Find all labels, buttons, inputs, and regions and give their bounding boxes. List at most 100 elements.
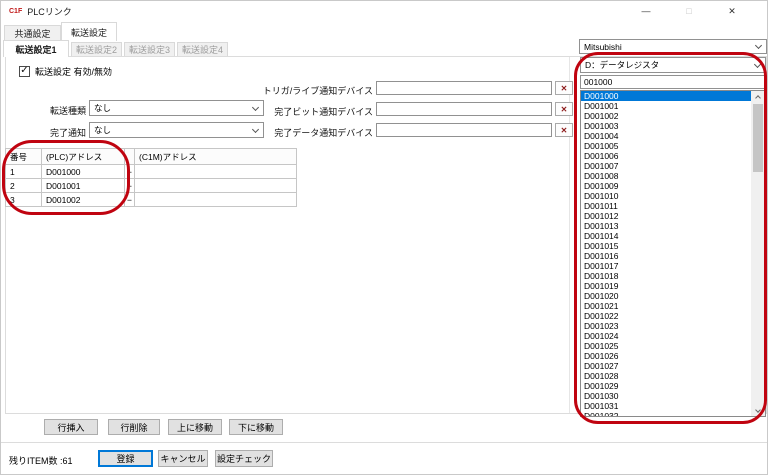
chevron-down-icon [754,60,761,67]
list-item[interactable]: D001010 [581,191,752,201]
list-item[interactable]: D001031 [581,401,752,411]
transfer-enable-checkbox[interactable]: ✓ [19,66,30,77]
list-item[interactable]: D001021 [581,301,752,311]
register-button[interactable]: 登録 [98,450,153,467]
list-item[interactable]: D001019 [581,281,752,291]
chevron-down-icon [755,407,761,413]
cancel-button[interactable]: キャンセル [158,450,208,467]
list-item[interactable]: D001000 [581,91,752,101]
c1m-address-cell[interactable] [135,179,297,193]
tab-common-settings[interactable]: 共通設定 [4,25,61,41]
list-item[interactable]: D001027 [581,361,752,371]
trigger-device-label: トリガ/ライブ通知デバイス [251,84,373,97]
vendor-select-value: Mitsubishi [584,42,622,52]
dash-separator: − [125,179,135,193]
list-item[interactable]: D001024 [581,331,752,341]
register-type-value: D：データレジスタ [585,59,659,71]
list-item[interactable]: D001014 [581,231,752,241]
completion-bit-label: 完了ビット通知デバイス [251,105,373,118]
list-item[interactable]: D001013 [581,221,752,231]
minimize-button[interactable]: — [630,1,662,21]
insert-row-button[interactable]: 行挿入 [44,419,98,435]
tab-transfer-settings[interactable]: 転送設定 [61,22,117,41]
list-item[interactable]: D001012 [581,211,752,221]
transfer-type-select[interactable]: なし [89,100,264,116]
list-item[interactable]: D001017 [581,261,752,271]
maximize-button[interactable]: □ [673,1,705,21]
completion-notice-value: なし [94,124,111,136]
window-title: PLCリンク [27,5,72,18]
c1m-address-cell[interactable] [135,165,297,179]
c1m-address-cell[interactable] [135,193,297,207]
app-icon: C1F [9,8,22,15]
move-down-button[interactable]: 下に移動 [229,419,283,435]
clear-trigger-device-button[interactable]: ✕ [555,81,573,95]
list-item[interactable]: D001004 [581,131,752,141]
chevron-down-icon [755,42,762,49]
completion-data-input[interactable] [376,123,552,137]
subtab-transfer-1[interactable]: 転送設定1 [3,40,69,57]
device-search-input[interactable] [580,75,766,89]
plc-address-cell[interactable]: D001000 [42,165,125,179]
list-item[interactable]: D001020 [581,291,752,301]
table-row: 3 D001002 − [6,193,297,207]
table-row: 1 D001000 − [6,165,297,179]
list-item[interactable]: D001026 [581,351,752,361]
settings-check-button[interactable]: 設定チェック [215,450,273,467]
list-item[interactable]: D001028 [581,371,752,381]
transfer-type-value: なし [94,102,111,114]
scrollbar-thumb[interactable] [753,104,763,172]
completion-notice-label: 完了通知 [29,126,86,139]
scroll-up-button[interactable] [751,91,765,102]
list-item[interactable]: D001009 [581,181,752,191]
list-item[interactable]: D001018 [581,271,752,281]
delete-row-button[interactable]: 行削除 [108,419,160,435]
clear-completion-data-button[interactable]: ✕ [555,123,573,137]
scroll-down-button[interactable] [751,405,765,416]
device-list: D001000 D001001 D001002 D001003 D001004 … [580,90,766,417]
col-header-plc-address: (PLC)アドレス [42,149,125,165]
table-body: 1 D001000 − 2 D001001 − 3 D001002 − [6,165,297,207]
subtab-transfer-3[interactable]: 転送設定3 [124,42,175,57]
subtab-transfer-2[interactable]: 転送設定2 [71,42,122,57]
clear-completion-bit-button[interactable]: ✕ [555,102,573,116]
list-item[interactable]: D001002 [581,111,752,121]
list-item[interactable]: D001029 [581,381,752,391]
list-item[interactable]: D001023 [581,321,752,331]
close-button[interactable]: ✕ [716,1,748,21]
list-item[interactable]: D001025 [581,341,752,351]
vendor-select[interactable]: Mitsubishi [579,39,767,54]
list-item[interactable]: D001007 [581,161,752,171]
check-icon: ✓ [20,66,28,76]
register-type-select[interactable]: D：データレジスタ [580,57,766,73]
device-list-scrollbar[interactable] [751,91,765,416]
list-item[interactable]: D001005 [581,141,752,151]
plc-address-cell[interactable]: D001001 [42,179,125,193]
list-item[interactable]: D001022 [581,311,752,321]
list-item[interactable]: D001016 [581,251,752,261]
transfer-enable-label: 転送設定 有効/無効 [35,65,112,78]
move-up-button[interactable]: 上に移動 [168,419,222,435]
dash-separator: − [125,193,135,207]
col-header-number: 番号 [6,149,42,165]
list-item[interactable]: D001032 [581,411,752,417]
col-header-separator [125,149,135,165]
col-header-c1m-address: (C1M)アドレス [135,149,297,165]
list-item[interactable]: D001015 [581,241,752,251]
transfer-type-label: 転送種類 [29,104,86,117]
plc-address-cell[interactable]: D001002 [42,193,125,207]
table-row: 2 D001001 − [6,179,297,193]
list-item[interactable]: D001001 [581,101,752,111]
remaining-items-label: 残りITEM数 : [9,456,63,466]
address-table: 番号 (PLC)アドレス (C1M)アドレス 1 D001000 − 2 D00… [5,148,297,207]
completion-bit-input[interactable] [376,102,552,116]
list-item[interactable]: D001011 [581,201,752,211]
trigger-device-input[interactable] [376,81,552,95]
list-item[interactable]: D001030 [581,391,752,401]
list-item[interactable]: D001003 [581,121,752,131]
list-item[interactable]: D001008 [581,171,752,181]
completion-data-label: 完了データ通知デバイス [251,126,373,139]
subtab-transfer-4[interactable]: 転送設定4 [177,42,228,57]
completion-notice-select[interactable]: なし [89,122,264,138]
list-item[interactable]: D001006 [581,151,752,161]
